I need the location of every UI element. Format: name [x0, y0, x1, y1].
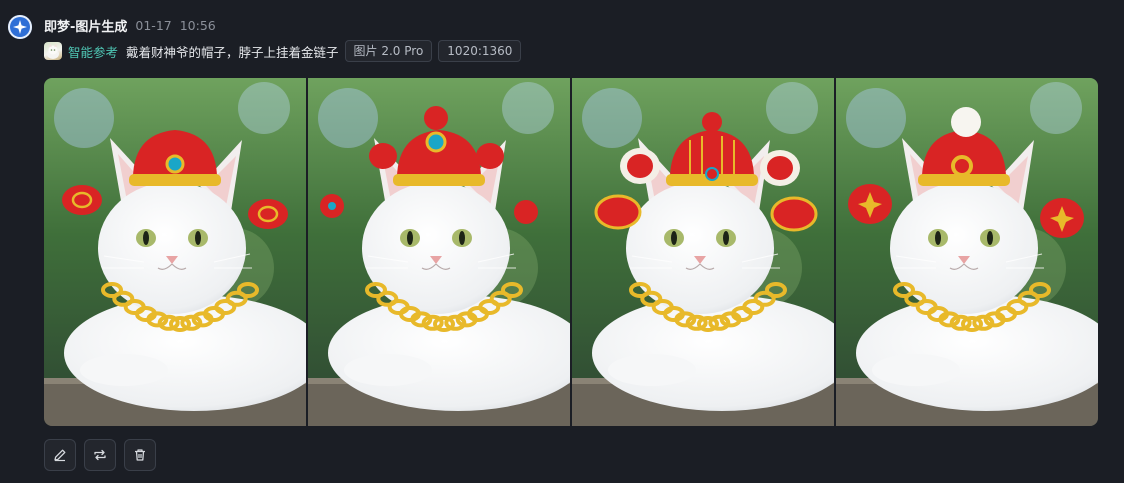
regenerate-button[interactable]: [84, 439, 116, 471]
message-time: 10:56: [179, 17, 216, 33]
generated-image-3[interactable]: [572, 78, 834, 426]
image-toolbar: [44, 439, 156, 471]
generated-image-2[interactable]: [308, 78, 570, 426]
app-avatar: [8, 15, 32, 39]
message-date: 01-17: [135, 17, 172, 33]
message-header: 即梦-图片生成 01-17 10:56: [44, 15, 216, 35]
reference-thumbnail[interactable]: [44, 42, 62, 60]
generated-image-4[interactable]: [836, 78, 1098, 426]
aspect-ratio-tag: 1020:1360: [438, 40, 522, 62]
prompt-row: 智能参考 戴着财神爷的帽子，脖子上挂着金链子 图片 2.0 Pro 1020:1…: [44, 40, 522, 62]
app-name: 即梦-图片生成: [44, 19, 128, 35]
repeat-icon: [94, 449, 106, 461]
trash-icon: [135, 449, 145, 461]
model-tag: 图片 2.0 Pro: [344, 40, 433, 62]
delete-button[interactable]: [124, 439, 156, 471]
edit-button[interactable]: [44, 439, 76, 471]
sparkle-icon: [13, 20, 27, 34]
image-gallery: [44, 78, 1098, 426]
prompt-text: 戴着财神爷的帽子，脖子上挂着金链子: [126, 44, 339, 60]
smart-reference-label[interactable]: 智能参考: [68, 42, 118, 61]
pencil-icon: [54, 449, 66, 462]
generated-image-1[interactable]: [44, 78, 306, 426]
